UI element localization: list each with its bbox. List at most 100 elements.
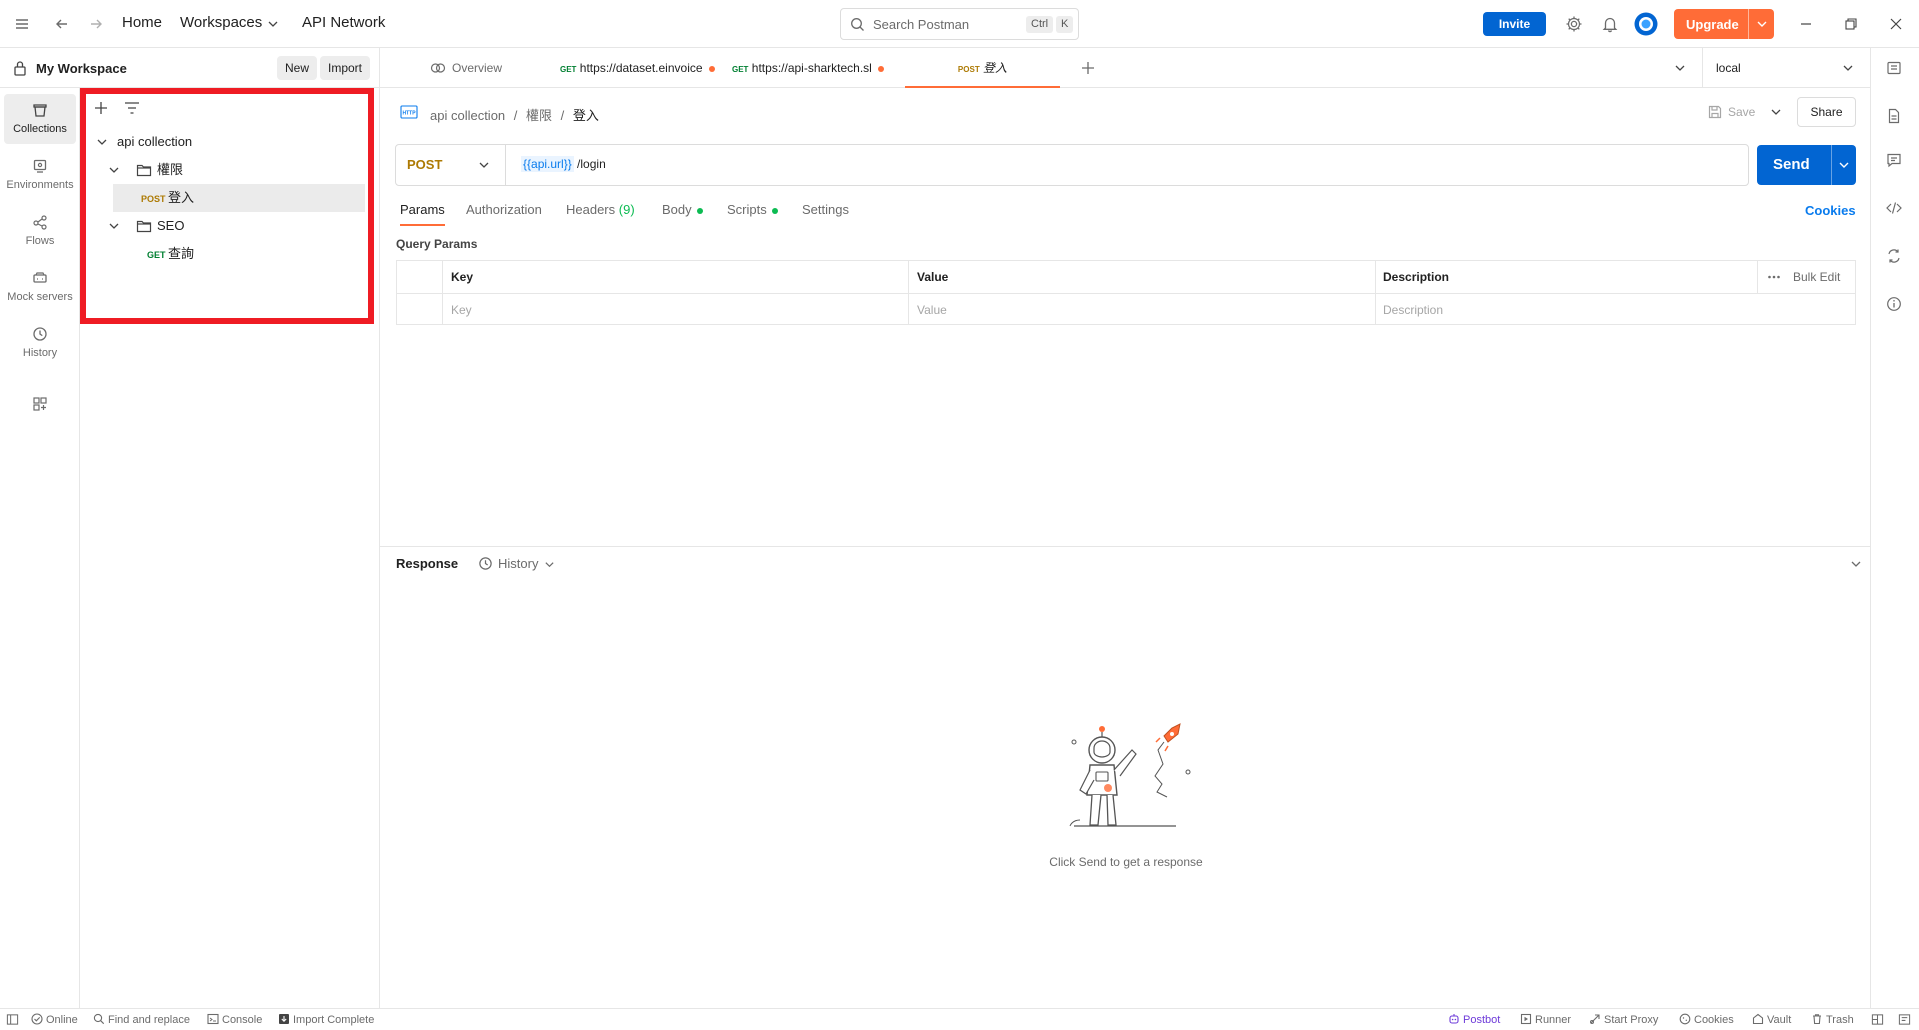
tab-url: https://dataset.einvoice	[579, 61, 703, 75]
url-input[interactable]: {{api.url}} /login	[521, 156, 606, 172]
vault[interactable]: Vault	[1752, 1013, 1791, 1026]
runner[interactable]: Runner	[1520, 1013, 1571, 1026]
forward-arrow-icon[interactable]	[88, 16, 104, 32]
upgrade-button[interactable]: Upgrade	[1674, 9, 1774, 39]
value-input[interactable]: Value	[917, 294, 947, 326]
start-proxy[interactable]: Start Proxy	[1589, 1013, 1658, 1026]
tab-scripts[interactable]: Scripts	[727, 202, 778, 226]
search-box[interactable]: Ctrl K	[840, 8, 1079, 40]
save-label: Save	[1728, 105, 1756, 119]
response-history-dropdown[interactable]: History	[478, 554, 558, 574]
tree-request-query[interactable]: GET 查詢	[90, 240, 365, 268]
bell-icon[interactable]	[1601, 15, 1619, 33]
invite-button[interactable]: Invite	[1483, 12, 1546, 36]
rail-environments[interactable]: Environments	[4, 150, 76, 200]
cookies-link[interactable]: Cookies	[1805, 203, 1856, 218]
method-selector[interactable]: POST	[396, 145, 506, 185]
send-chevron-icon[interactable]	[1838, 159, 1850, 171]
online-status[interactable]: Online	[31, 1013, 78, 1026]
menu-icon[interactable]	[14, 16, 30, 32]
postbot[interactable]: Postbot	[1448, 1013, 1500, 1026]
add-collection-icon[interactable]	[94, 101, 108, 115]
tab-headers-label: Headers	[566, 202, 616, 217]
rail-flows[interactable]: Flows	[4, 206, 76, 256]
back-arrow-icon[interactable]	[54, 16, 70, 32]
chevron-down-icon[interactable]	[108, 220, 120, 232]
environment-selector[interactable]: local	[1716, 48, 1866, 88]
url-path: /login	[573, 157, 606, 171]
save-button[interactable]: Save	[1708, 97, 1788, 127]
close-icon[interactable]	[1888, 16, 1904, 32]
tab-headers[interactable]: Headers (9)	[566, 202, 635, 226]
environment-label: local	[1716, 61, 1741, 75]
help-icon[interactable]	[1898, 1013, 1914, 1027]
breadcrumb-collection[interactable]: api collection	[430, 108, 505, 123]
send-button[interactable]: Send	[1757, 145, 1856, 185]
rail-configure[interactable]	[4, 388, 76, 422]
tree-request-login[interactable]: POST 登入	[113, 184, 365, 212]
collection-name: api collection	[117, 134, 193, 149]
tab-authorization[interactable]: Authorization	[466, 202, 542, 226]
trash[interactable]: Trash	[1811, 1013, 1854, 1026]
gear-icon[interactable]	[1565, 15, 1583, 33]
description-input[interactable]: Description	[1383, 294, 1443, 326]
breadcrumb-folder[interactable]: 權限	[526, 108, 552, 123]
find-replace[interactable]: Find and replace	[93, 1013, 190, 1026]
chevron-down-icon[interactable]	[96, 136, 108, 148]
tab-sharktech[interactable]: GET https://api-sharktech.sl	[732, 48, 892, 88]
import-complete[interactable]: Import Complete	[278, 1013, 374, 1026]
upgrade-chevron-icon[interactable]	[1756, 18, 1768, 30]
rail-history[interactable]: History	[4, 318, 76, 368]
tree-folder-seo[interactable]: SEO	[90, 212, 365, 240]
breadcrumb-separator: /	[513, 108, 518, 123]
bulk-edit-link[interactable]: Bulk Edit	[1793, 261, 1840, 293]
share-button[interactable]: Share	[1797, 97, 1856, 127]
workspaces-menu[interactable]: Workspaces	[180, 14, 262, 31]
tab-dataset[interactable]: GET https://dataset.einvoice	[560, 48, 725, 88]
more-options-icon[interactable]	[1767, 274, 1781, 280]
chevron-down-icon[interactable]	[108, 164, 120, 176]
upgrade-separator	[1748, 9, 1749, 39]
comments-icon[interactable]	[1886, 152, 1902, 168]
api-network-link[interactable]: API Network	[302, 14, 385, 31]
tab-params[interactable]: Params	[400, 202, 445, 226]
save-chevron-icon[interactable]	[1770, 106, 1782, 118]
rail-mock-servers[interactable]: Mock servers	[4, 262, 76, 312]
tab-overview[interactable]: Overview	[430, 48, 540, 88]
table-col-divider	[1375, 261, 1376, 325]
tab-settings[interactable]: Settings	[802, 202, 849, 226]
breadcrumb-request[interactable]: 登入	[573, 108, 599, 123]
minimize-icon[interactable]	[1798, 16, 1814, 32]
home-link[interactable]: Home	[122, 14, 162, 31]
environment-quicklook-icon[interactable]	[1886, 60, 1902, 76]
collapse-response-chevron-icon[interactable]	[1850, 558, 1862, 570]
tab-method: POST	[957, 65, 980, 74]
tree-collection[interactable]: api collection	[90, 128, 365, 156]
tabs-overflow-chevron-icon[interactable]	[1674, 62, 1686, 74]
avatar[interactable]	[1634, 12, 1658, 36]
unsaved-dot	[877, 65, 884, 72]
two-pane-view-icon[interactable]	[1871, 1013, 1887, 1027]
toggle-sidebar-icon[interactable]	[6, 1013, 22, 1027]
chevron-down-icon[interactable]	[267, 18, 279, 30]
new-tab-icon[interactable]	[1081, 61, 1095, 75]
status-cookies[interactable]: Cookies	[1679, 1013, 1734, 1026]
key-input[interactable]: Key	[451, 294, 472, 326]
filter-icon[interactable]	[124, 101, 140, 115]
workspace-name[interactable]: My Workspace	[36, 61, 127, 76]
info-icon[interactable]	[1886, 296, 1902, 312]
tab-body[interactable]: Body	[662, 202, 703, 226]
search-input[interactable]	[873, 15, 1023, 33]
request-name: 查詢	[168, 246, 195, 261]
new-button[interactable]: New	[277, 56, 318, 80]
related-collections-icon[interactable]	[1886, 248, 1902, 264]
code-icon[interactable]	[1886, 200, 1902, 216]
rail-collections[interactable]: Collections	[4, 94, 76, 144]
tab-login-active[interactable]: POST 登入	[905, 48, 1060, 88]
empty-response-message: Click Send to get a response	[1049, 855, 1203, 869]
import-button[interactable]: Import	[320, 56, 371, 80]
console[interactable]: Console	[207, 1013, 262, 1026]
tree-folder-permissions[interactable]: 權限	[90, 156, 365, 184]
restore-icon[interactable]	[1843, 16, 1859, 32]
documentation-icon[interactable]	[1886, 108, 1902, 124]
